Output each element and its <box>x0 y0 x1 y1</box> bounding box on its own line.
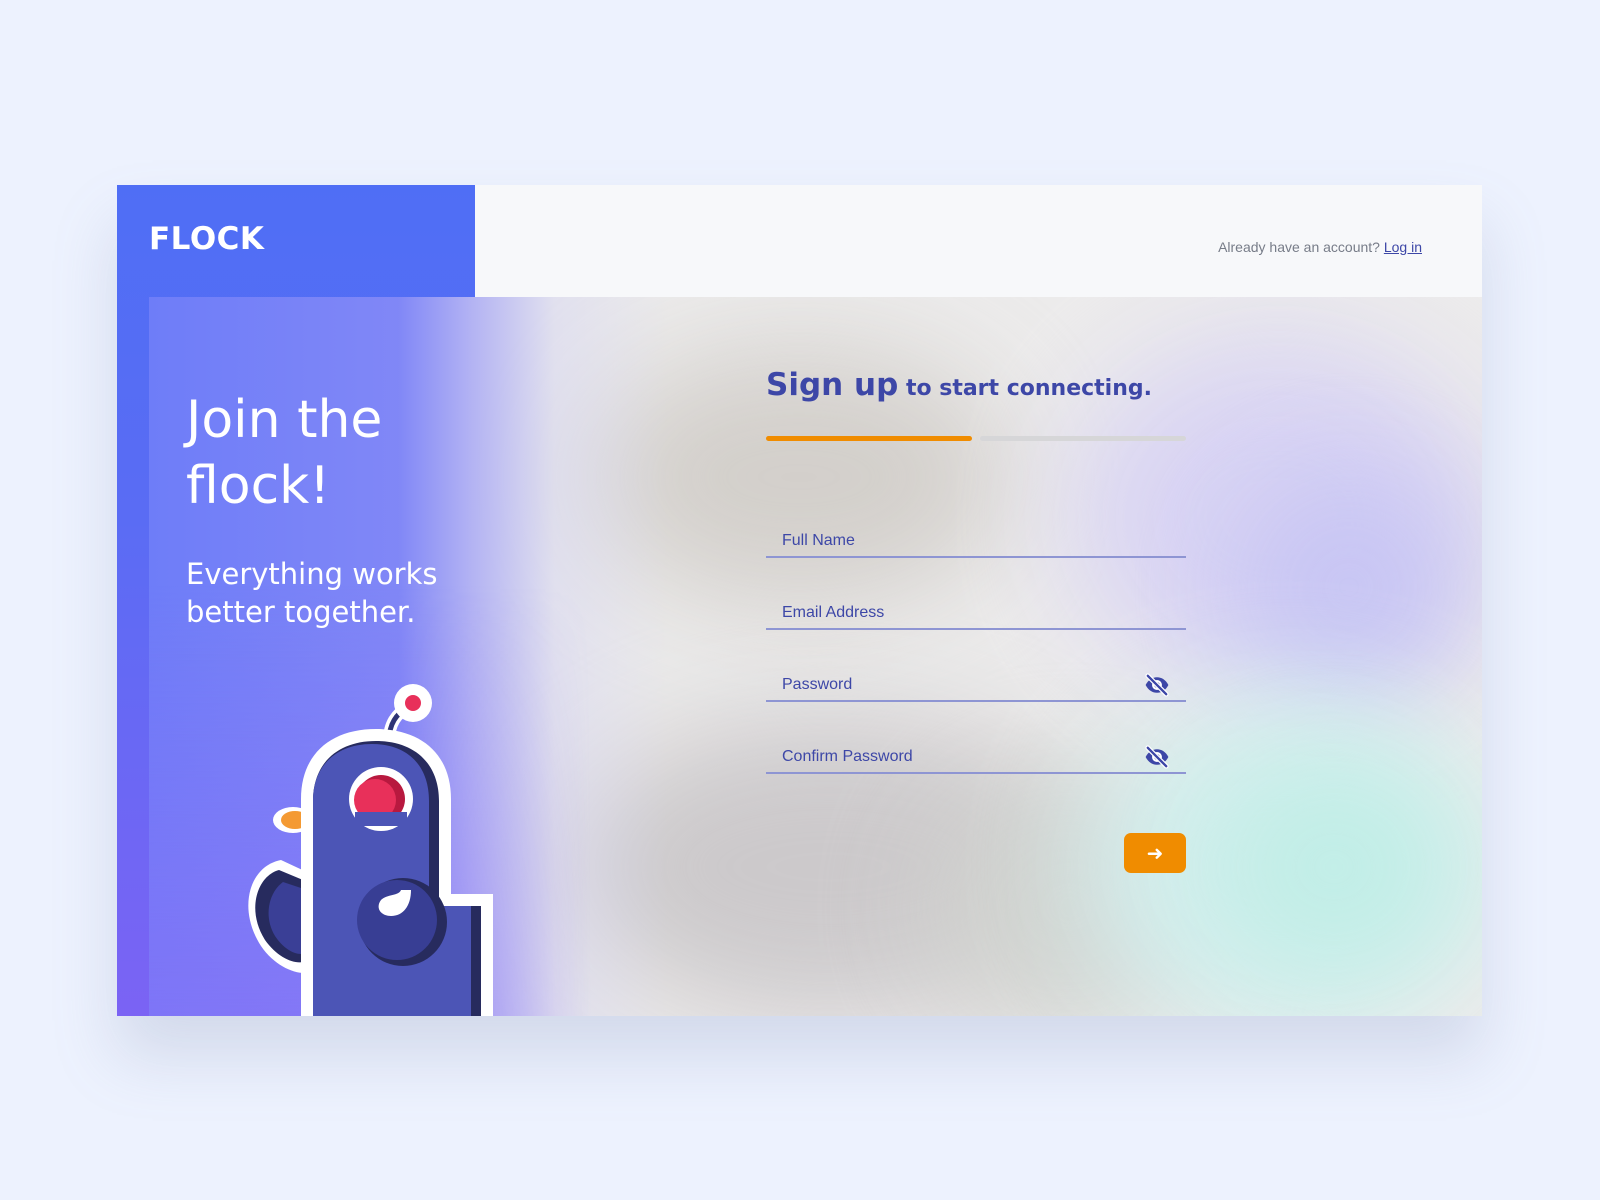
step-progress <box>766 436 1186 441</box>
next-step-button[interactable]: ➜ <box>1124 833 1186 873</box>
eye-off-icon[interactable] <box>1144 744 1170 770</box>
login-link[interactable]: Log in <box>1384 239 1422 255</box>
progress-step-1-active <box>766 436 972 441</box>
signup-heading-strong: Sign up <box>766 367 899 403</box>
password-label: Password <box>782 676 853 693</box>
login-prompt: Already have an account? Log in <box>1218 239 1422 255</box>
main-content: Join the flock! Everything works better … <box>149 297 1482 1016</box>
login-prompt-text: Already have an account? <box>1218 239 1380 255</box>
email-field[interactable]: Email Address <box>766 592 1186 630</box>
hero-subtitle: Everything works better together. <box>186 557 438 629</box>
eye-off-icon[interactable] <box>1144 672 1170 698</box>
signup-heading-rest: to start connecting. <box>905 376 1152 401</box>
full-name-label: Full Name <box>782 532 855 549</box>
email-label: Email Address <box>782 604 885 621</box>
progress-step-2-inactive <box>980 436 1186 441</box>
background-blur <box>1229 467 1469 707</box>
background-blur <box>1209 757 1459 977</box>
signup-heading: Sign up to start connecting. <box>766 367 1186 403</box>
full-name-field[interactable]: Full Name <box>766 520 1186 558</box>
password-field[interactable]: Password <box>766 664 1186 702</box>
flock-logo: FLOCK <box>149 221 265 257</box>
confirm-password-field[interactable]: Confirm Password <box>766 736 1186 774</box>
bird-mascot-illustration <box>248 684 493 1016</box>
confirm-password-label: Confirm Password <box>782 748 913 765</box>
signup-card: FLOCK Already have an account? Log in Jo… <box>117 185 1482 1016</box>
arrow-right-icon: ➜ <box>1146 841 1164 865</box>
signup-form: Sign up to start connecting. Full Name E… <box>766 367 1186 873</box>
hero-title: Join the flock! <box>186 390 383 516</box>
